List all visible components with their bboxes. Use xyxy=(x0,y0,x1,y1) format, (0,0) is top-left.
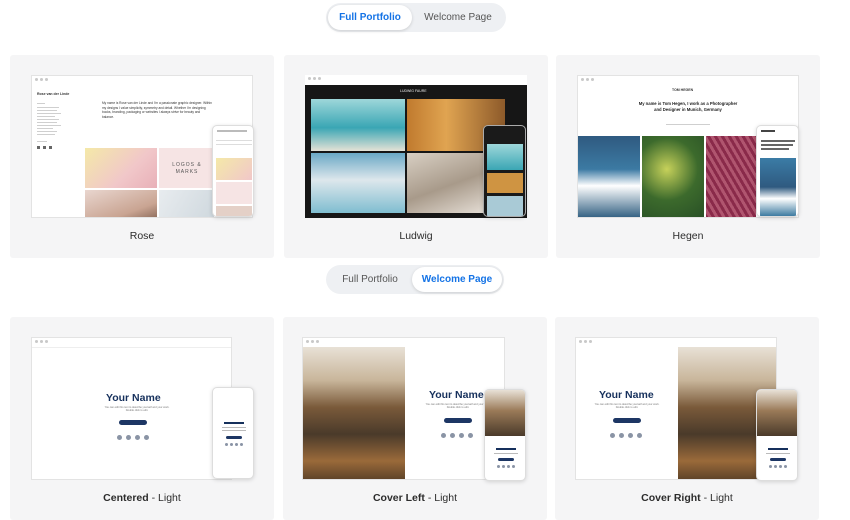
welcome-page-tab[interactable]: Welcome Page xyxy=(412,267,502,292)
rose-site-title: Rose van der Linde xyxy=(37,92,70,96)
welcome-blurb: You can edit this text to describe yours… xyxy=(104,406,170,412)
mobile-preview xyxy=(212,125,254,217)
rose-sidebar: Rose van der Linde xyxy=(32,86,85,217)
template-name: Cover Left - Light xyxy=(372,492,458,504)
template-name: Hegen xyxy=(672,230,704,242)
rose-intro-text: My name is Rose van der Linde and I'm a … xyxy=(102,101,212,119)
welcome-button xyxy=(613,418,641,423)
mobile-preview xyxy=(484,389,526,481)
template-variant: Light xyxy=(710,492,733,504)
template-card-hegen[interactable]: TOM HEGEN My name is Tom Hegen, I work a… xyxy=(556,55,820,258)
template-card-ludwig[interactable]: LUDWIG FAURE Ludwig xyxy=(284,55,548,258)
portfolio-type-toggle: Full Portfolio Welcome Page xyxy=(326,3,506,32)
window-dots xyxy=(35,78,48,81)
your-name-heading: Your Name xyxy=(429,389,484,401)
template-layout-name: Cover Right xyxy=(641,492,701,504)
template-name: Centered - Light xyxy=(103,492,181,504)
ludwig-site-title: LUDWIG FAURE xyxy=(400,89,427,93)
template-card-cover-right-light[interactable]: Your Name You can edit this text to desc… xyxy=(555,317,819,520)
template-card-cover-left-light[interactable]: Your Name You can edit this text to desc… xyxy=(283,317,547,520)
template-preview: Your Name You can edit this text to desc… xyxy=(31,337,232,480)
template-preview: Your Name You can edit this text to desc… xyxy=(575,337,777,480)
template-card-rose[interactable]: Rose van der Linde My name is Rose van d… xyxy=(10,55,274,258)
window-dots xyxy=(579,340,592,343)
template-variant: Light xyxy=(158,492,181,504)
social-icons xyxy=(441,433,473,438)
welcome-blurb: You can edit this text to describe yours… xyxy=(594,403,660,409)
mobile-preview xyxy=(756,125,799,217)
window-dots xyxy=(35,340,48,343)
full-portfolio-tab[interactable]: Full Portfolio xyxy=(328,267,412,292)
your-name-heading: Your Name xyxy=(599,389,654,401)
welcome-blurb: You can edit this text to describe yours… xyxy=(425,403,491,409)
window-dots xyxy=(308,77,321,80)
your-name-heading: Your Name xyxy=(106,392,161,404)
hegen-intro-text: My name is Tom Hegen, I work as a Photog… xyxy=(638,101,738,112)
social-icons xyxy=(610,433,642,438)
welcome-page-tab[interactable]: Welcome Page xyxy=(412,5,504,30)
rose-tile-text: LOGOS & MARKS xyxy=(172,162,202,175)
hegen-site-title: TOM HEGEN xyxy=(672,88,694,92)
template-layout-name: Cover Left xyxy=(372,492,425,504)
template-name: Cover Right - Light xyxy=(641,492,733,504)
template-preview: Your Name You can edit this text to desc… xyxy=(302,337,505,480)
template-name: Rose xyxy=(129,230,155,242)
welcome-button xyxy=(444,418,472,423)
cover-image-left xyxy=(303,347,405,479)
mobile-preview xyxy=(756,389,798,481)
template-card-centered-light[interactable]: Your Name You can edit this text to desc… xyxy=(10,317,274,520)
mobile-preview xyxy=(483,125,526,217)
full-portfolio-tab[interactable]: Full Portfolio xyxy=(328,5,412,30)
mobile-preview xyxy=(212,387,254,479)
social-icons xyxy=(117,435,149,440)
template-variant: Light xyxy=(434,492,458,504)
template-name: Ludwig xyxy=(399,230,433,242)
window-dots xyxy=(306,340,319,343)
template-layout-name: Centered xyxy=(103,492,149,504)
welcome-button xyxy=(119,420,147,425)
window-dots xyxy=(581,78,594,81)
portfolio-type-toggle: Full Portfolio Welcome Page xyxy=(326,265,504,294)
